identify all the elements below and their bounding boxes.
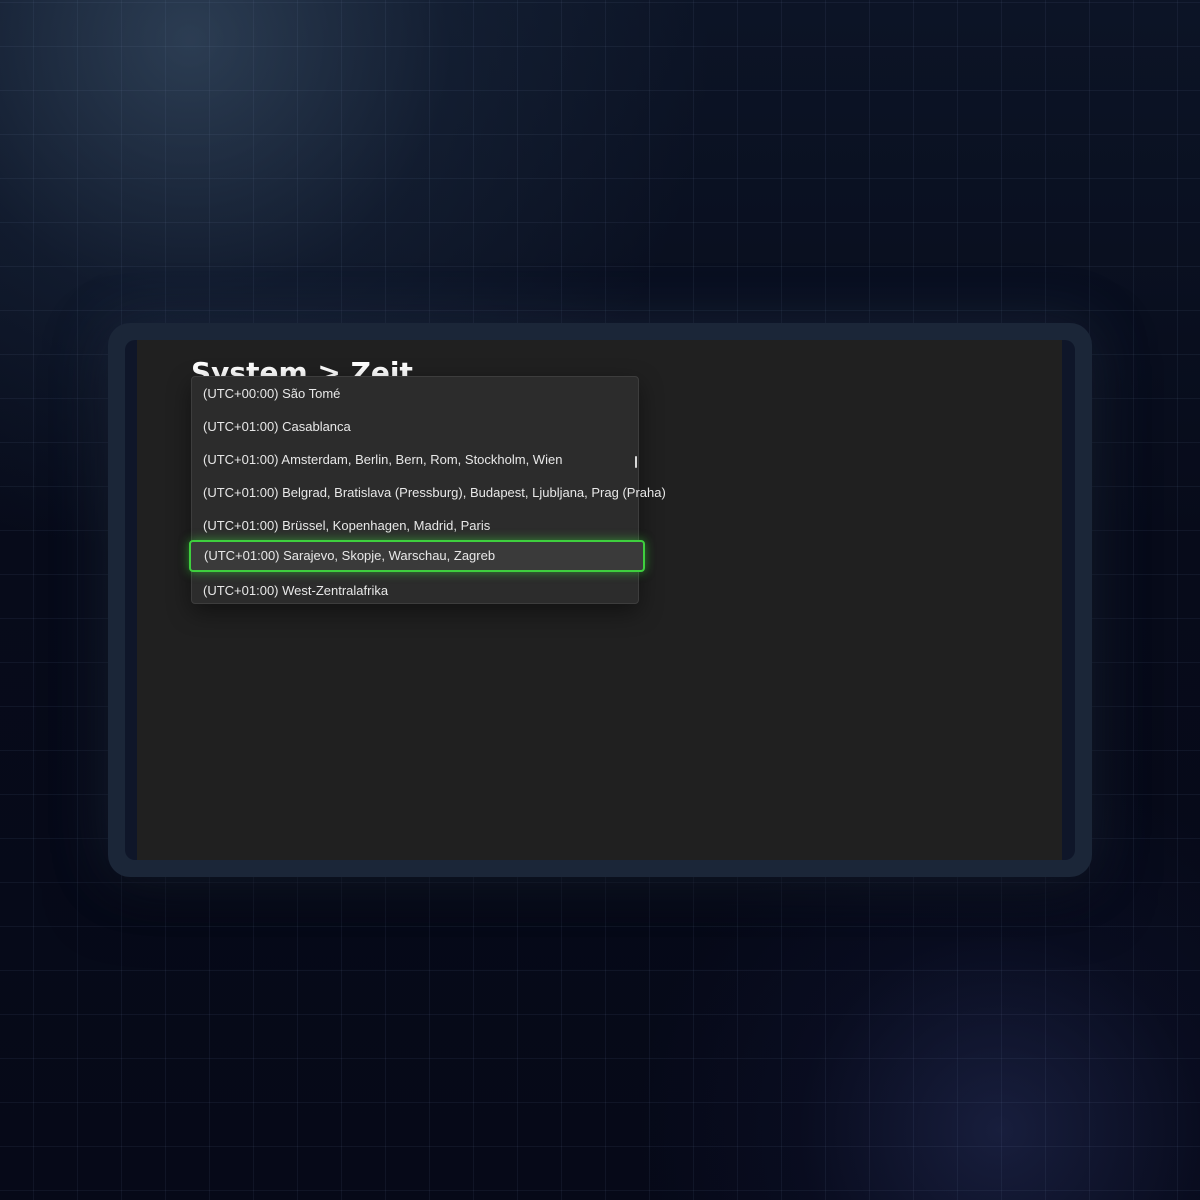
timezone-option[interactable]: (UTC+01:00) Belgrad, Bratislava (Pressbu… [192, 476, 666, 509]
timezone-option[interactable]: (UTC+00:00) São Tomé [192, 377, 638, 410]
dropdown-scrollbar[interactable] [635, 456, 637, 468]
timezone-option[interactable]: (UTC+01:00) Casablanca [192, 410, 638, 443]
timezone-dropdown-list[interactable]: (UTC+00:00) São Tomé (UTC+01:00) Casabla… [189, 376, 666, 607]
settings-screen: System > Zeit (UTC+00:00) São Tomé (UTC+… [137, 340, 1062, 860]
device-bezel: System > Zeit (UTC+00:00) São Tomé (UTC+… [125, 340, 1075, 860]
timezone-option[interactable]: (UTC+01:00) West-Zentralafrika [192, 574, 638, 607]
timezone-option[interactable]: (UTC+01:00) Amsterdam, Berlin, Bern, Rom… [192, 443, 638, 476]
device-frame: System > Zeit (UTC+00:00) São Tomé (UTC+… [108, 323, 1092, 877]
timezone-option[interactable]: (UTC+01:00) Brüssel, Kopenhagen, Madrid,… [192, 509, 638, 542]
timezone-option-selected[interactable]: (UTC+01:00) Sarajevo, Skopje, Warschau, … [189, 540, 645, 572]
